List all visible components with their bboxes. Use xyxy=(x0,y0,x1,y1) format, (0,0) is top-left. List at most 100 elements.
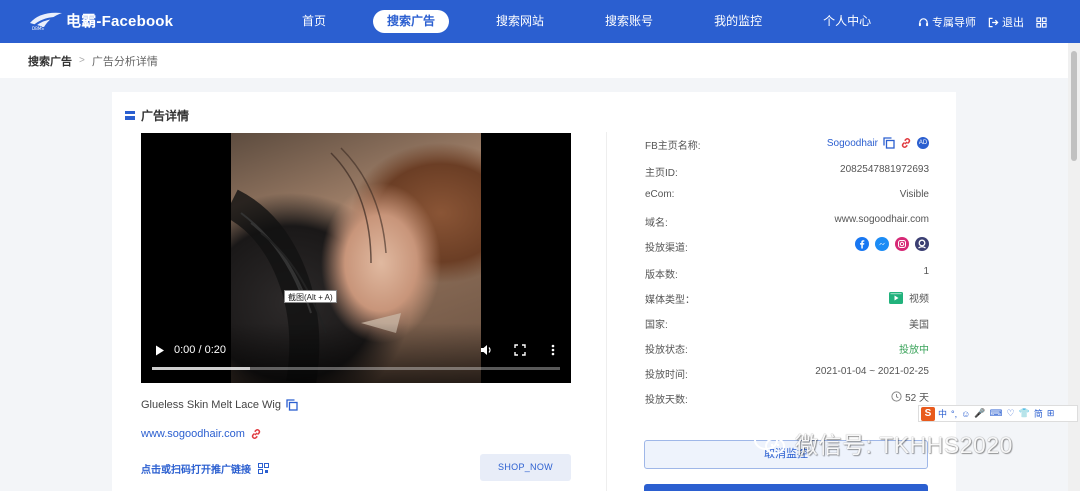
support-button[interactable]: 专属导师 xyxy=(918,14,976,30)
ad-landing-link-row: www.sogoodhair.com xyxy=(141,428,262,440)
info-row-period: 投放时间: 2021-01-04 ~ 2021-02-25 xyxy=(645,366,929,381)
info-value: 1 xyxy=(923,266,929,277)
ime-skin-icon[interactable]: 👕 xyxy=(1019,408,1030,419)
media-type-value: 视频 xyxy=(909,294,929,305)
instagram-icon xyxy=(895,237,909,251)
ime-voice-icon[interactable]: 🎤 xyxy=(974,408,985,419)
logout-icon xyxy=(988,17,999,27)
ime-mode-toggle[interactable]: 中 xyxy=(938,407,947,420)
ad-video-player[interactable]: 截图(Alt + A) 0:00 / 0:20 xyxy=(141,133,571,383)
info-row-days: 投放天数: 52 天 xyxy=(645,389,929,406)
video-progress-bar[interactable] xyxy=(152,367,560,370)
nav-my-monitor[interactable]: 我的监控 xyxy=(700,10,776,33)
breadcrumb: 搜索广告 > 广告分析详情 xyxy=(0,43,1080,78)
info-row-media-type: 媒体类型： 视频 xyxy=(645,290,929,306)
brand-logo[interactable]: DBMS 电霸-Facebook xyxy=(28,9,173,31)
page-scrollbar[interactable] xyxy=(1068,43,1080,491)
open-promo-link[interactable]: 点击或扫码打开推广链接 xyxy=(141,461,269,476)
ime-emoji-icon[interactable]: ☺ xyxy=(961,409,970,419)
info-label: FB主页名称: xyxy=(645,141,701,152)
screenshot-tooltip: 截图(Alt + A) xyxy=(284,290,337,303)
breadcrumb-search-ads[interactable]: 搜索广告 xyxy=(28,53,72,69)
more-vertical-icon[interactable] xyxy=(551,344,555,356)
info-label: 域名: xyxy=(645,218,668,229)
fullscreen-icon[interactable] xyxy=(514,344,526,356)
copy-icon[interactable] xyxy=(883,137,895,149)
logout-label: 退出 xyxy=(1002,17,1024,29)
info-label: 投放渠道: xyxy=(645,243,688,254)
list-icon xyxy=(125,111,135,120)
primary-action-button[interactable] xyxy=(644,484,928,491)
page-name-link[interactable]: Sogoodhair xyxy=(827,138,878,149)
wechat-watermark: 微信号: TKHHS2020 xyxy=(753,426,1013,460)
copy-icon[interactable] xyxy=(286,399,298,411)
qr-code-icon[interactable] xyxy=(258,463,269,474)
scrollbar-thumb[interactable] xyxy=(1071,51,1077,161)
info-value: 视频 xyxy=(889,290,929,305)
breadcrumb-current: 广告分析详情 xyxy=(91,55,158,68)
info-row-domain: 域名: www.sogoodhair.com xyxy=(645,214,930,229)
info-row-status: 投放状态: 投放中 xyxy=(645,341,929,356)
ime-keyboard-icon[interactable]: ⌨ xyxy=(990,408,1003,419)
ad-title: Glueless Skin Melt Lace Wig xyxy=(141,399,281,411)
watermark-text: 微信号: TKHHS2020 xyxy=(795,432,1013,458)
facebook-icon xyxy=(855,237,869,251)
ime-menu-icon[interactable]: ⊞ xyxy=(1047,408,1055,419)
ime-toolbar[interactable]: S 中 °, ☺ 🎤 ⌨ ♡ 👕 简 ⊞ xyxy=(918,405,1078,422)
svg-text:DBMS: DBMS xyxy=(32,26,44,31)
days-value: 52 天 xyxy=(905,393,929,404)
info-value: 美国 xyxy=(909,320,929,331)
column-divider xyxy=(606,132,607,491)
info-value: 2082547881972693 xyxy=(840,164,929,175)
status-badge: 投放中 xyxy=(899,345,929,356)
clock-icon xyxy=(891,391,902,402)
link-icon[interactable] xyxy=(250,428,262,440)
shop-now-button[interactable]: SHOP_NOW xyxy=(480,454,571,481)
link-icon[interactable] xyxy=(900,137,912,149)
qr-link-label: 点击或扫码打开推广链接 xyxy=(141,465,251,476)
info-row-versions: 版本数: 1 xyxy=(645,266,929,281)
info-row-ecom: eCom: Visible xyxy=(645,189,929,203)
brand-name: 电霸-Facebook xyxy=(66,12,174,30)
info-value: Sogoodhair AD xyxy=(827,137,929,149)
info-row-country: 国家: 美国 xyxy=(645,316,929,331)
nav-search-sites[interactable]: 搜索网站 xyxy=(482,10,558,33)
ime-favorite-icon[interactable]: ♡ xyxy=(1007,408,1015,419)
support-label: 专属导师 xyxy=(932,17,976,29)
sogou-ime-icon[interactable]: S xyxy=(921,406,935,421)
info-value: Visible xyxy=(899,189,929,200)
logout-button[interactable]: 退出 xyxy=(988,14,1024,30)
info-value: 52 天 xyxy=(891,389,929,404)
nav-search-ads[interactable]: 搜索广告 xyxy=(373,10,450,33)
play-icon[interactable] xyxy=(155,345,165,356)
info-label: 投放状态: xyxy=(645,345,688,356)
header-actions: 专属导师 退出 xyxy=(906,14,1050,30)
volume-icon[interactable] xyxy=(480,344,493,356)
info-value xyxy=(855,237,929,251)
info-label: 国家: xyxy=(645,320,668,331)
video-buffer-fill xyxy=(152,367,250,370)
audience-network-icon xyxy=(915,237,929,251)
card-title: 广告详情 xyxy=(141,109,190,123)
info-label: 主页ID: xyxy=(645,168,678,179)
info-label: 投放天数: xyxy=(645,395,688,406)
top-navigation-bar: DBMS 电霸-Facebook 首页 搜索广告 搜索网站 搜索账号 我的监控 … xyxy=(0,0,1080,43)
info-label: eCom: xyxy=(645,189,675,200)
chevron-right-icon: > xyxy=(79,55,85,66)
ad-landing-link[interactable]: www.sogoodhair.com xyxy=(141,428,245,440)
apps-button[interactable] xyxy=(1036,16,1050,28)
main-nav: 首页 搜索广告 搜索网站 搜索账号 我的监控 个人中心 xyxy=(288,10,918,33)
nav-search-accounts[interactable]: 搜索账号 xyxy=(591,10,667,33)
nav-home[interactable]: 首页 xyxy=(288,10,340,33)
ime-simplified-toggle[interactable]: 简 xyxy=(1034,407,1043,420)
info-value: www.sogoodhair.com xyxy=(834,214,930,225)
video-time: 0:00 / 0:20 xyxy=(174,344,226,356)
ad-badge[interactable]: AD xyxy=(917,137,929,149)
messenger-icon xyxy=(875,237,889,251)
ime-punctuation-icon[interactable]: °, xyxy=(951,409,957,419)
grid-icon xyxy=(1036,16,1047,28)
video-icon xyxy=(889,291,903,304)
nav-personal-center[interactable]: 个人中心 xyxy=(809,10,885,33)
info-row-page-name: FB主页名称: Sogoodhair AD xyxy=(645,137,929,152)
info-value: 2021-01-04 ~ 2021-02-25 xyxy=(815,366,929,377)
